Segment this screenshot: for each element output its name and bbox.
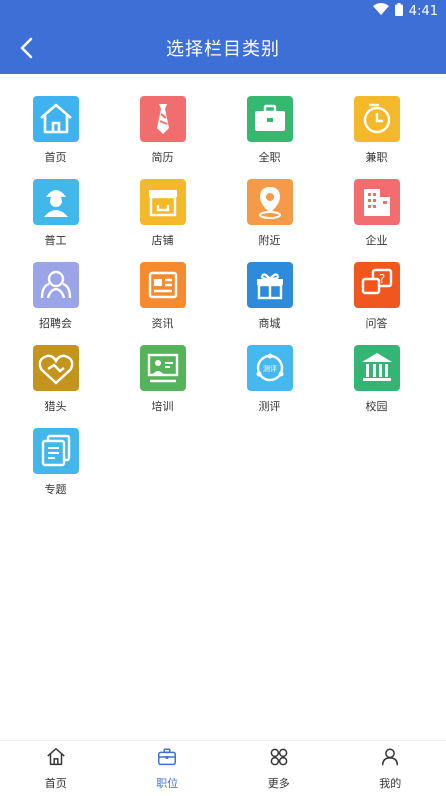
category-label: 招聘会 bbox=[39, 317, 72, 330]
clock-icon bbox=[353, 96, 400, 142]
category-label: 简历 bbox=[151, 151, 174, 164]
category-label: 兼职 bbox=[365, 151, 388, 164]
handshake-icon bbox=[32, 345, 79, 391]
tab-item[interactable]: 更多 bbox=[223, 741, 335, 796]
page-title: 选择栏目类别 bbox=[166, 39, 280, 60]
category-label: 店铺 bbox=[151, 234, 174, 247]
category-grid: 首页 简历 全职 兼职 普工 店铺 附近 企业 招聘会 资讯 商城? 问答 猎头 培训 测评 测评 校园 专题 bbox=[0, 96, 446, 511]
category-item[interactable]: 培训 bbox=[109, 345, 216, 428]
status-time: 4:41 bbox=[408, 3, 438, 19]
category-item[interactable]: 校园 bbox=[323, 345, 430, 428]
training-icon bbox=[139, 345, 186, 391]
category-item[interactable]: 商城 bbox=[216, 262, 323, 345]
tab-label: 首页 bbox=[44, 777, 67, 790]
category-item[interactable]: 企业 bbox=[323, 179, 430, 262]
svg-text:?: ? bbox=[378, 272, 384, 286]
category-label: 猎头 bbox=[44, 400, 67, 413]
tie-icon bbox=[139, 96, 186, 142]
building-icon bbox=[353, 179, 400, 225]
category-label: 资讯 bbox=[151, 317, 174, 330]
category-item[interactable]: 普工 bbox=[2, 179, 109, 262]
category-row: 猎头 培训 测评 测评 校园 bbox=[0, 345, 446, 428]
category-item[interactable]: 资讯 bbox=[109, 262, 216, 345]
tab-label: 更多 bbox=[267, 777, 290, 790]
category-item[interactable]: 专题 bbox=[2, 428, 109, 511]
wifi-icon bbox=[372, 3, 389, 19]
home-icon bbox=[32, 96, 79, 142]
category-item[interactable]: 首页 bbox=[2, 96, 109, 179]
category-item[interactable]: 测评 测评 bbox=[216, 345, 323, 428]
status-bar: 4:41 bbox=[0, 0, 446, 22]
category-item[interactable]: 猎头 bbox=[2, 345, 109, 428]
back-button[interactable] bbox=[12, 34, 40, 62]
category-item[interactable]: 简历 bbox=[109, 96, 216, 179]
category-row: 首页 简历 全职 兼职 bbox=[0, 96, 446, 179]
category-label: 培训 bbox=[151, 400, 174, 413]
category-row: 招聘会 资讯 商城? 问答 bbox=[0, 262, 446, 345]
home-icon bbox=[45, 746, 67, 772]
bottom-tab-bar: 首页 职位 更多 我的 bbox=[0, 740, 446, 796]
gift-icon bbox=[246, 262, 293, 308]
category-label: 商城 bbox=[258, 317, 281, 330]
category-item[interactable]: 兼职 bbox=[323, 96, 430, 179]
category-label: 附近 bbox=[258, 234, 281, 247]
category-label: 专题 bbox=[44, 483, 67, 496]
category-item[interactable]: 全职 bbox=[216, 96, 323, 179]
location-icon bbox=[246, 179, 293, 225]
briefcase-icon bbox=[156, 746, 178, 772]
briefcase-icon bbox=[246, 96, 293, 142]
svg-text:测评: 测评 bbox=[263, 365, 277, 373]
category-item[interactable]: ? 问答 bbox=[323, 262, 430, 345]
question-icon: ? bbox=[353, 262, 400, 308]
people-icon bbox=[32, 262, 79, 308]
school-icon bbox=[353, 345, 400, 391]
category-row: 普工 店铺 附近 企业 bbox=[0, 179, 446, 262]
category-label: 全职 bbox=[258, 151, 281, 164]
tab-label: 我的 bbox=[379, 777, 402, 790]
topic-icon bbox=[32, 428, 79, 474]
category-label: 校园 bbox=[365, 400, 388, 413]
user-icon bbox=[379, 746, 401, 772]
nav-bar: 选择栏目类别 bbox=[0, 22, 446, 74]
worker-icon bbox=[32, 179, 79, 225]
category-label: 问答 bbox=[365, 317, 388, 330]
more-icon bbox=[268, 746, 290, 772]
category-label: 首页 bbox=[44, 151, 67, 164]
category-label: 企业 bbox=[365, 234, 388, 247]
category-item[interactable]: 店铺 bbox=[109, 179, 216, 262]
category-item[interactable]: 附近 bbox=[216, 179, 323, 262]
category-label: 普工 bbox=[44, 234, 67, 247]
chevron-left-icon bbox=[20, 37, 33, 59]
tab-item[interactable]: 我的 bbox=[335, 741, 446, 796]
news-icon bbox=[139, 262, 186, 308]
tab-item[interactable]: 首页 bbox=[0, 741, 112, 796]
category-item[interactable]: 招聘会 bbox=[2, 262, 109, 345]
test-icon: 测评 bbox=[246, 345, 293, 391]
category-row: 专题 bbox=[0, 428, 446, 511]
tab-label: 职位 bbox=[156, 777, 179, 790]
tab-item[interactable]: 职位 bbox=[112, 741, 224, 796]
category-label: 测评 bbox=[258, 400, 281, 413]
battery-icon bbox=[394, 2, 403, 20]
header: 4:41 选择栏目类别 bbox=[0, 0, 446, 74]
shop-icon bbox=[139, 179, 186, 225]
